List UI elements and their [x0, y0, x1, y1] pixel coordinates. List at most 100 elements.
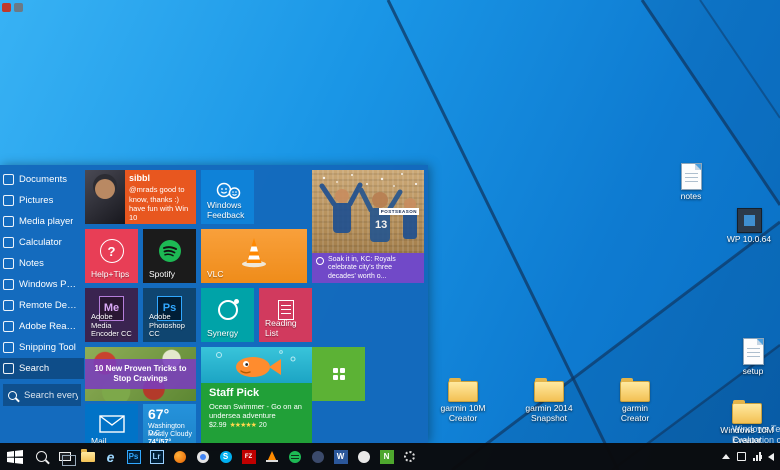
start-search-box[interactable] [3, 384, 81, 406]
tile-label: Reading List [265, 318, 297, 338]
photoshop-icon: Ps [126, 449, 141, 464]
start-menu-item-snipping-tool[interactable]: Snipping Tool [0, 337, 84, 358]
tile-adobe-photoshop[interactable]: Ps Adobe Photoshop CC [143, 288, 196, 342]
start-menu-item-calculator[interactable]: Calculator [0, 232, 84, 253]
rating-stars: ★★★★★ [229, 422, 257, 429]
tile-mail[interactable]: Mail [85, 404, 138, 443]
start-button[interactable] [0, 443, 30, 470]
folder-icon [732, 400, 762, 424]
word-icon: W [333, 449, 348, 464]
taskbar-spotify[interactable] [283, 443, 306, 470]
desktop-icon-label: notes [680, 191, 702, 201]
taskbar-chrome[interactable] [191, 443, 214, 470]
tile-sports-news[interactable]: 13 POSTSEASON Soak it in, KC: Royals cel… [312, 170, 424, 283]
taskbar-lightroom[interactable]: Lr [145, 443, 168, 470]
desktop-icon-label: garmin 2014 Snapshot [525, 403, 573, 423]
firefox-icon [173, 450, 186, 463]
tile-green-app[interactable] [312, 347, 365, 401]
folder-icon [534, 378, 564, 402]
start-menu-item-notes[interactable]: Notes [0, 253, 84, 274]
tile-label: Windows Feedback [207, 200, 245, 220]
calculator-icon [3, 237, 14, 248]
windows-logo-icon [7, 449, 23, 464]
spotify-logo-icon [158, 240, 181, 262]
tile-label: VLC [207, 269, 224, 279]
ocean-swimmer-fish-art [216, 350, 296, 377]
search-icon [36, 451, 47, 462]
start-menu-item-powershell[interactable]: Windows PowerShell [0, 274, 84, 295]
taskbar-notepad[interactable]: N [375, 443, 398, 470]
tile-label: Synergy [207, 328, 239, 338]
tile-windows-feedback[interactable]: Windows Feedback [201, 170, 254, 224]
tile-reading-list[interactable]: Reading List [259, 288, 312, 342]
taskbar-firefox[interactable] [168, 443, 191, 470]
volume-icon[interactable] [759, 452, 774, 461]
search-input[interactable] [22, 388, 80, 402]
start-menu-item-remote-desktop[interactable]: Remote Desktop Connection [0, 295, 84, 316]
taskbar-skype[interactable]: S [214, 443, 237, 470]
start-menu-left-column: Documents Pictures Media player Calculat… [0, 169, 84, 443]
desktop-icon-label: garmin 10M Creator [440, 403, 486, 423]
unknown-icon [14, 3, 23, 12]
taskbar-task-view[interactable] [53, 443, 76, 470]
desktop-icon-folder-2[interactable]: garmin 2014 Snapshot [520, 376, 578, 424]
desktop-icon-wp[interactable]: WP 10.0.64 [720, 206, 778, 245]
tile-help-tips[interactable]: ? Help+Tips [85, 229, 138, 283]
filezilla-icon: FZ [241, 449, 256, 464]
start-menu-item-adobe-reader[interactable]: Adobe Reader XI [0, 316, 84, 337]
taskbar-photoshop[interactable]: Ps [122, 443, 145, 470]
start-menu-item-pictures[interactable]: Pictures [0, 190, 84, 211]
tile-adobe-media-encoder[interactable]: Me Adobe Media Encoder CC [85, 288, 138, 342]
task-view-icon [58, 452, 76, 466]
start-menu: ↗ Documents Pictures Media player Calcul… [0, 165, 428, 443]
tile-synergy[interactable]: Synergy [201, 288, 254, 342]
tray-expand-chevron-icon[interactable] [722, 454, 730, 459]
document-icon [742, 338, 764, 365]
action-center-icon[interactable] [737, 452, 746, 461]
taskbar-vlc[interactable] [260, 443, 283, 470]
synergy-ring-icon [217, 299, 239, 320]
start-menu-item-documents[interactable]: Documents [0, 169, 84, 190]
tile-label: Spotify [149, 269, 175, 279]
desktop-icon-notes[interactable]: notes [662, 163, 720, 202]
start-menu-item-media-player[interactable]: Media player [0, 211, 84, 232]
tile-health-fitness-news[interactable]: 10 New Proven Tricks to Stop Cravings [85, 347, 196, 401]
rating-count: 20 [258, 421, 267, 429]
taskbar-word[interactable]: W [329, 443, 352, 470]
taskbar-file-explorer[interactable] [76, 443, 99, 470]
taskbar-github[interactable] [352, 443, 375, 470]
desktop-icon-label: setup [742, 366, 764, 376]
tile-label: Mail [91, 436, 107, 443]
start-menu-item-search[interactable]: Search [0, 358, 84, 379]
powershell-icon [3, 279, 14, 290]
taskbar-settings[interactable] [398, 443, 421, 470]
remote-desktop-icon [3, 300, 14, 311]
news-source-icon [316, 257, 324, 265]
tile-spotify[interactable]: Spotify [143, 229, 196, 283]
desktop-icon-folder-1[interactable]: garmin 10M Creator [434, 376, 492, 424]
tile-store-staff-pick[interactable]: Staff Pick Ocean Swimmer - Go on an unde… [201, 347, 312, 443]
tile-weather[interactable]: 67° Washington D.C. Mostly Cloudy 74°/57… [143, 404, 196, 443]
search-icon [8, 390, 17, 400]
vlc-cone-icon [242, 238, 266, 268]
gear-icon [404, 451, 415, 462]
taskbar-internet-explorer[interactable]: e [99, 443, 122, 470]
desktop-icon-folder-3[interactable]: garmin Creator [606, 376, 664, 424]
tile-sibbl-social[interactable]: sibbl @mrads good to know, thanks :) hav… [85, 170, 196, 224]
tile-label: Adobe Media Encoder CC [91, 312, 132, 338]
system-tray [722, 452, 780, 461]
search-icon [3, 363, 14, 374]
tile-label: Help+Tips [91, 269, 130, 279]
tile-sibbl-message: @mrads good to know, thanks :) have fun … [129, 185, 189, 223]
vlc-cone-icon [265, 451, 278, 462]
steam-icon [311, 450, 324, 463]
taskbar-filezilla[interactable]: FZ [237, 443, 260, 470]
tile-label: Adobe Photoshop CC [149, 312, 185, 338]
taskbar-search[interactable] [30, 443, 53, 470]
pictures-icon [3, 195, 14, 206]
desktop-icon-setup[interactable]: setup [724, 338, 780, 377]
application-icon [736, 208, 762, 233]
notepad-icon: N [379, 449, 394, 464]
tile-vlc[interactable]: VLC [201, 229, 307, 283]
taskbar-steam[interactable] [306, 443, 329, 470]
